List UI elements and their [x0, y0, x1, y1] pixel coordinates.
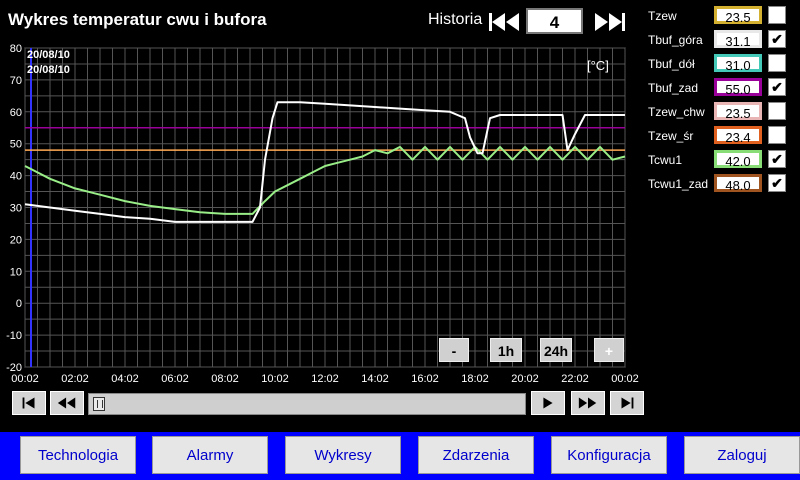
- y-tick-label: 70: [10, 75, 22, 87]
- fast-forward-icon: [595, 13, 625, 31]
- x-tick-label: 12:02: [311, 373, 339, 385]
- fast-forward-icon: [578, 397, 597, 409]
- skip-to-end-icon: [621, 397, 634, 409]
- legend-checkbox[interactable]: [768, 126, 786, 144]
- history-value[interactable]: 4: [526, 8, 583, 34]
- timeline-scroll-thumb[interactable]: [93, 397, 105, 411]
- legend-label: Tzew_chw: [648, 105, 705, 119]
- y-tick-label: 20: [10, 234, 22, 246]
- zoom-24h-button[interactable]: 24h: [540, 338, 572, 362]
- y-tick-label: -10: [6, 330, 22, 342]
- y-tick-label: 60: [10, 107, 22, 119]
- x-tick-label: 02:02: [61, 373, 89, 385]
- chart-grid: [24, 47, 626, 368]
- legend-checkbox[interactable]: ✔: [768, 174, 786, 192]
- history-back-button[interactable]: [488, 10, 522, 34]
- unit-label: [°C]: [587, 58, 609, 73]
- legend-checkbox[interactable]: ✔: [768, 78, 786, 96]
- last-button[interactable]: [610, 391, 644, 415]
- legend-checkbox[interactable]: ✔: [768, 150, 786, 168]
- legend-label: Tbuf_góra: [648, 33, 703, 47]
- legend-label: Tbuf_dół: [648, 57, 695, 71]
- y-tick-label: 40: [10, 171, 22, 183]
- y-axis-ticks: 80706050403020100-10-20: [6, 43, 22, 374]
- tab-zaloguj[interactable]: Zaloguj: [684, 436, 800, 474]
- rewind-button[interactable]: [50, 391, 84, 415]
- play-icon: [543, 397, 553, 409]
- x-axis-ticks: 00:02 02:02 04:02 06:02 08:02 10:02 12:02 14:02…: [11, 373, 639, 385]
- legend-checkbox[interactable]: ✔: [768, 30, 786, 48]
- y-tick-label: 30: [10, 203, 22, 215]
- legend-label: Tzew_śr: [648, 129, 694, 143]
- legend-value: 42.0: [714, 150, 762, 169]
- cursor-date-end: 20/08/10: [27, 64, 70, 76]
- tab-alarmy[interactable]: Alarmy: [152, 436, 268, 474]
- x-tick-label: 06:02: [161, 373, 189, 385]
- legend-value: 31.0: [714, 54, 762, 73]
- history-label: Historia: [428, 11, 483, 28]
- x-tick-label: 16:02: [411, 373, 439, 385]
- x-tick-label: 00:02: [11, 373, 39, 385]
- timeline-scrollbar[interactable]: [88, 393, 526, 415]
- legend-value: 23.5: [714, 6, 762, 25]
- x-tick-label: 20:02: [511, 373, 539, 385]
- y-tick-label: 0: [16, 298, 22, 310]
- legend-label: Tzew: [648, 9, 677, 23]
- legend-value: 31.1: [714, 30, 762, 49]
- legend-label: Tcwu1_zad: [648, 177, 709, 191]
- tab-zdarzenia[interactable]: Zdarzenia: [418, 436, 534, 474]
- zoom-in-button[interactable]: +: [594, 338, 624, 362]
- legend-label: Tbuf_zad: [648, 81, 699, 95]
- legend-value: 23.4: [714, 126, 762, 145]
- x-tick-label: 14:02: [361, 373, 389, 385]
- y-tick-label: 10: [10, 266, 22, 278]
- legend-checkbox[interactable]: [768, 102, 786, 120]
- x-tick-label: 18:02: [461, 373, 489, 385]
- zoom-out-button[interactable]: -: [439, 338, 469, 362]
- history-forward-button[interactable]: [592, 10, 626, 34]
- zoom-1h-button[interactable]: 1h: [490, 338, 522, 362]
- rewind-icon: [489, 13, 519, 31]
- x-tick-label: 22:02: [561, 373, 589, 385]
- tab-konfiguracja[interactable]: Konfiguracja: [551, 436, 667, 474]
- legend-checkbox[interactable]: [768, 54, 786, 72]
- x-tick-label: 10:02: [261, 373, 289, 385]
- rewind-icon: [57, 397, 76, 409]
- tab-wykresy[interactable]: Wykresy: [285, 436, 401, 474]
- cursor-date-start: 20/08/10: [27, 49, 70, 61]
- legend-value: 55.0: [714, 78, 762, 97]
- skip-to-start-icon: [22, 397, 35, 409]
- page-title: Wykres temperatur cwu i bufora: [8, 10, 267, 29]
- y-tick-label: 50: [10, 139, 22, 151]
- x-tick-label: 08:02: [211, 373, 239, 385]
- first-button[interactable]: [12, 391, 46, 415]
- fast-forward-button[interactable]: [571, 391, 605, 415]
- x-tick-label: 04:02: [111, 373, 139, 385]
- legend-value: 48.0: [714, 174, 762, 193]
- y-tick-label: 80: [10, 43, 22, 55]
- legend-checkbox[interactable]: [768, 6, 786, 24]
- legend-label: Tcwu1: [648, 153, 683, 167]
- tab-technologia[interactable]: Technologia: [20, 436, 136, 474]
- x-tick-label: 00:02: [611, 373, 639, 385]
- temperature-chart: 80706050403020100-10-20 00:02 02:02 04:02 0…: [6, 43, 639, 385]
- play-button[interactable]: [531, 391, 565, 415]
- legend-value: 23.5: [714, 102, 762, 121]
